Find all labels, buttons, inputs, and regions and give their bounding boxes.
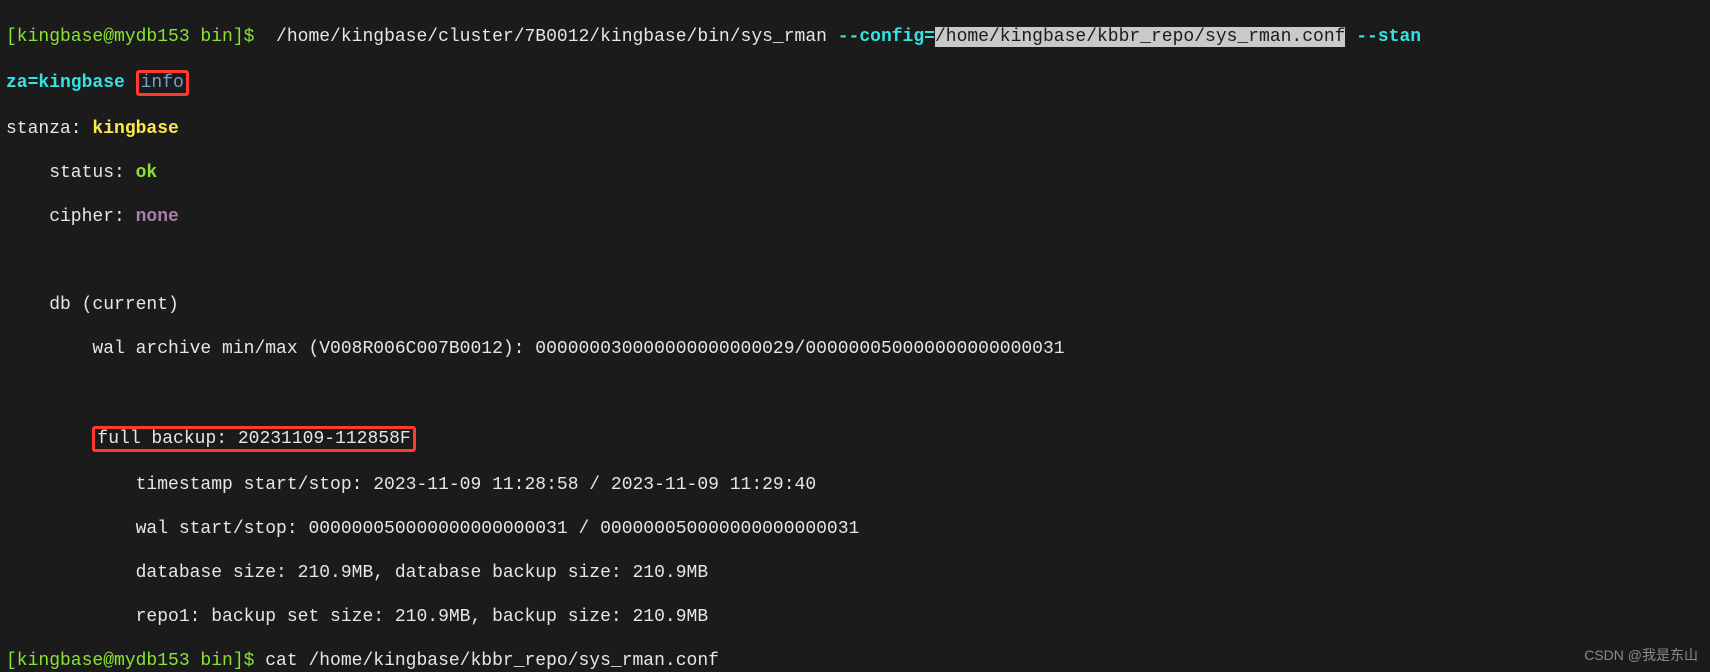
timestamp-line: timestamp start/stop: 2023-11-09 11:28:5… [6, 474, 1704, 496]
cmd-line-1-cont[interactable]: za=kingbase info [6, 70, 1704, 96]
info-arg-highlight: info [136, 70, 189, 96]
db-line: db (current) [6, 294, 1704, 316]
full-backup-line: full backup: 20231109-112858F [6, 426, 1704, 452]
cmd-line-1[interactable]: [kingbase@mydb153 bin]$ /home/kingbase/c… [6, 26, 1704, 48]
blank-line [6, 382, 1704, 404]
cmd-text: /home/kingbase/cluster/7B0012/kingbase/b… [265, 27, 838, 47]
stanza-value: kingbase [92, 119, 178, 139]
opt-stanza-p2: za=kingbase [6, 73, 136, 93]
prompt: [kingbase@mydb153 bin]$ [6, 27, 265, 47]
wal-archive-line: wal archive min/max (V008R006C007B0012):… [6, 338, 1704, 360]
opt-config: --config= [838, 27, 935, 47]
opt-stanza-p1: --stan [1356, 27, 1421, 47]
cipher-value: none [136, 207, 179, 227]
repo1-line: repo1: backup set size: 210.9MB, backup … [6, 606, 1704, 628]
config-path-selected: /home/kingbase/kbbr_repo/sys_rman.conf [935, 27, 1345, 47]
terminal-output: [kingbase@mydb153 bin]$ /home/kingbase/c… [0, 0, 1710, 672]
stanza-line: stanza: kingbase [6, 118, 1704, 140]
cipher-line: cipher: none [6, 206, 1704, 228]
blank-line [6, 250, 1704, 272]
full-backup-highlight: full backup: 20231109-112858F [92, 426, 415, 452]
watermark: CSDN @我是东山 [1584, 644, 1698, 666]
cmd-line-2[interactable]: [kingbase@mydb153 bin]$ cat /home/kingba… [6, 650, 1704, 672]
db-size-line: database size: 210.9MB, database backup … [6, 562, 1704, 584]
status-value: ok [136, 163, 158, 183]
wal-start-stop-line: wal start/stop: 000000050000000000000031… [6, 518, 1704, 540]
prompt: [kingbase@mydb153 bin]$ [6, 651, 265, 671]
cmd-text: cat /home/kingbase/kbbr_repo/sys_rman.co… [265, 651, 719, 671]
status-line: status: ok [6, 162, 1704, 184]
